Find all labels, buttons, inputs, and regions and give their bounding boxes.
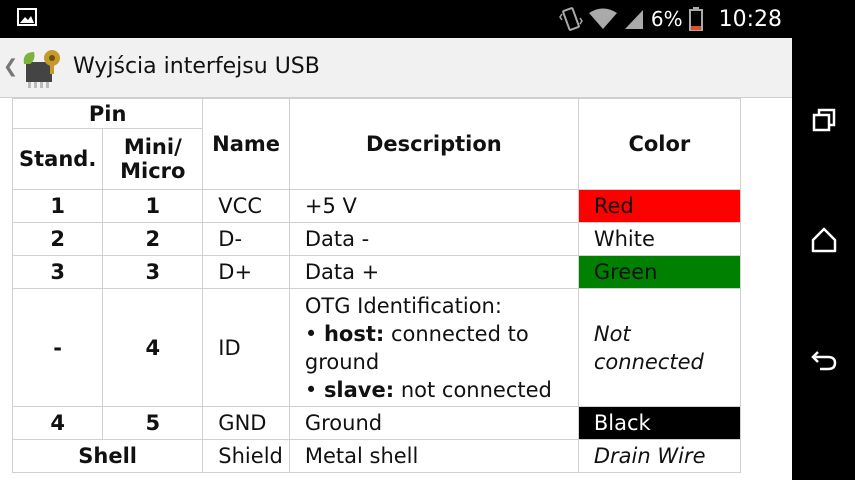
cell-stand: 2 — [11, 222, 104, 256]
header-mini-micro: Mini/ Micro — [102, 128, 204, 190]
vibrate-icon — [558, 7, 583, 31]
cell-color-drain-wire: Drain Wire — [577, 439, 741, 473]
back-arrow-icon — [811, 351, 837, 371]
table-row: 1 1 VCC +5 V Red — [11, 189, 741, 223]
cell-description: Data - — [288, 222, 579, 256]
recent-apps-icon — [812, 108, 836, 132]
cell-description: Ground — [288, 406, 579, 440]
battery-percent: 6% — [650, 7, 683, 31]
navigation-bar — [792, 0, 855, 480]
header-stand: Stand. — [11, 128, 104, 190]
cell-color-black: Black — [577, 406, 741, 440]
home-button[interactable] — [802, 218, 846, 262]
cell-color-white: White — [577, 222, 741, 256]
header-mini-micro-line1: Mini/ — [123, 135, 182, 159]
battery-icon — [688, 7, 703, 31]
cell-stand: - — [11, 288, 104, 407]
otg-host-label: host: — [323, 321, 385, 346]
bullet: • — [304, 321, 318, 346]
recent-apps-button[interactable] — [802, 98, 846, 142]
clock: 10:28 — [718, 6, 782, 32]
cell-mini: 5 — [102, 406, 204, 440]
table-row: 3 3 D+ Data + Green — [11, 255, 741, 289]
signal-icon — [624, 10, 643, 29]
cell-name: D- — [202, 222, 290, 256]
otg-slave-label: slave: — [323, 377, 395, 402]
cell-stand: 3 — [11, 255, 104, 289]
otg-title: OTG Identification: — [304, 293, 502, 318]
otg-slave-text: not connected — [400, 377, 552, 402]
table-row: - 4 ID OTG Identification: • host: conne… — [11, 288, 741, 407]
table-header-row: Pin Name Description Color — [11, 98, 741, 190]
wifi-icon — [588, 8, 617, 29]
cell-name: ID — [202, 288, 290, 407]
status-icons: 6% 10:28 — [558, 0, 782, 38]
image-notification-icon — [17, 8, 37, 26]
cell-color-green: Green — [577, 255, 741, 289]
otg-slave-line: • slave: not connected — [305, 376, 572, 404]
cell-mini: 2 — [102, 222, 204, 256]
cell-mini: 3 — [102, 255, 204, 289]
cell-mini: 4 — [102, 288, 204, 407]
home-icon — [811, 227, 837, 253]
table-row: 4 5 GND Ground Black — [11, 406, 741, 440]
header-mini-micro-line2: Micro — [120, 159, 186, 183]
header-pin: Pin — [11, 98, 204, 129]
usb-pinout-table: Pin Name Description Color Stand. Mini/ … — [11, 98, 741, 473]
cell-stand: 4 — [11, 406, 104, 440]
otg-host-line: • host: connected to ground — [305, 320, 572, 376]
cell-color-not-connected: Not connected — [577, 288, 741, 407]
content-area: Pin Name Description Color Stand. Mini/ … — [0, 98, 792, 480]
cell-name: Shield — [202, 439, 290, 473]
table-row: Shell Shield Metal shell Drain Wire — [11, 439, 741, 473]
header-color: Color — [577, 98, 741, 190]
cell-description: Data + — [288, 255, 579, 289]
cell-name: VCC — [202, 189, 290, 223]
cell-description: Metal shell — [288, 439, 579, 473]
action-bar: ❮ Wyjścia interfejsu USB — [0, 38, 792, 98]
cell-mini: 1 — [102, 189, 204, 223]
table-row: 2 2 D- Data - White — [11, 222, 741, 256]
cell-color-red: Red — [577, 189, 741, 223]
back-chevron-icon[interactable]: ❮ — [3, 56, 18, 77]
header-name: Name — [202, 98, 290, 190]
cell-stand: 1 — [11, 189, 104, 223]
app-chip-icon[interactable] — [18, 46, 66, 90]
cell-description-otg: OTG Identification: • host: connected to… — [288, 288, 579, 407]
cell-shell: Shell — [11, 439, 204, 473]
cell-name: GND — [202, 406, 290, 440]
cell-description: +5 V — [288, 189, 579, 223]
bullet: • — [304, 377, 318, 402]
header-description: Description — [288, 98, 579, 190]
back-button[interactable] — [802, 338, 846, 382]
page-title: Wyjścia interfejsu USB — [73, 54, 320, 79]
cell-name: D+ — [202, 255, 290, 289]
status-bar: 6% 10:28 — [0, 0, 792, 38]
